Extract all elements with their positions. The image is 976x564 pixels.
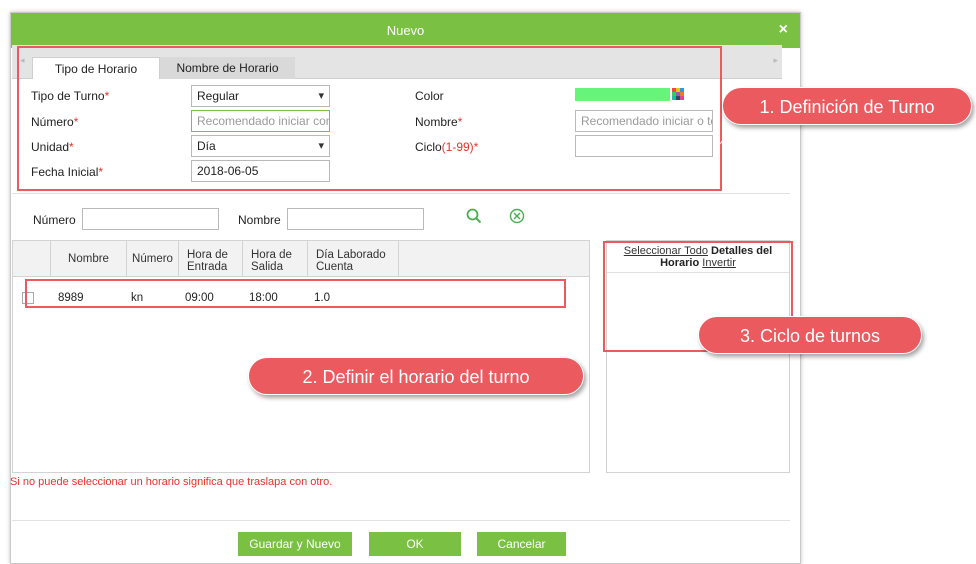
header-nombre[interactable]: Nombre (51, 241, 127, 277)
filter-nombre-input[interactable] (287, 208, 424, 230)
close-icon[interactable]: × (779, 21, 788, 39)
filter-nombre-label: Nombre (238, 213, 281, 227)
header-numero[interactable]: Número (127, 241, 179, 277)
callout-define-schedule: 2. Definir el horario del turno (248, 357, 584, 395)
tab-scroll-right-icon[interactable]: ▸ (773, 55, 778, 66)
filter-numero-input[interactable] (82, 208, 219, 230)
header-hora-salida[interactable]: Hora de Salida (243, 241, 308, 277)
highlight-schedule-row (25, 279, 566, 308)
header-hora-entrada[interactable]: Hora de Entrada (179, 241, 243, 277)
dialog-titlebar: Nuevo × (11, 13, 800, 48)
clear-icon[interactable] (508, 207, 526, 225)
filter-numero-label: Número (33, 213, 76, 227)
callout-shift-definition: 1. Definición de Turno (722, 87, 972, 125)
header-select (13, 241, 51, 277)
header-dia-laborado[interactable]: Día Laborado Cuenta (308, 241, 399, 277)
dialog-title: Nuevo (386, 23, 425, 38)
save-and-new-button[interactable]: Guardar y Nuevo (238, 532, 352, 556)
ok-button[interactable]: OK (369, 532, 461, 556)
grid-header: Nombre Número Hora de Entrada Hora de Sali… (13, 241, 589, 277)
cancel-button[interactable]: Cancelar (477, 532, 566, 556)
search-icon[interactable] (465, 207, 483, 225)
callout-shift-cycle: 3. Ciclo de turnos (698, 316, 922, 354)
section-divider (12, 193, 790, 194)
footer-divider (12, 520, 790, 521)
highlight-shift-definition (17, 46, 722, 191)
overlap-warning: Si no puede seleccionar un horario signi… (10, 476, 333, 488)
